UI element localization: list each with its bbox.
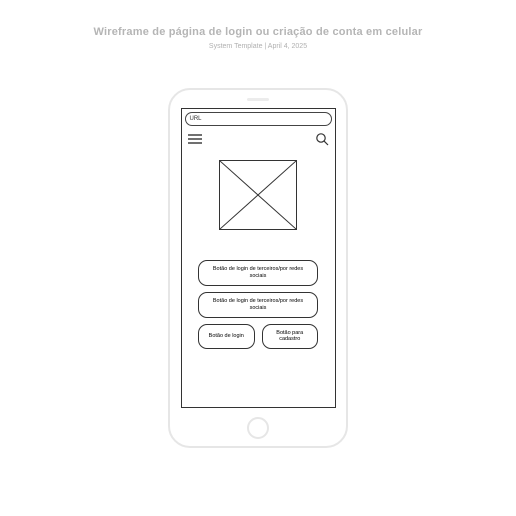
login-signup-row: Botão de login Botão para cadastro [198, 324, 318, 350]
image-placeholder [219, 160, 297, 230]
url-label: URL [190, 116, 202, 122]
page-meta: System Template | April 4, 2025 [209, 43, 307, 50]
url-bar[interactable]: URL [185, 112, 332, 126]
phone-speaker [247, 98, 269, 101]
signup-button[interactable]: Botão para cadastro [262, 324, 319, 350]
social-login-button-2[interactable]: Botão de login de terceiros/por redes so… [198, 292, 318, 318]
page-title: Wireframe de página de login ou criação … [94, 26, 423, 38]
search-icon[interactable] [315, 132, 329, 146]
login-button[interactable]: Botão de login [198, 324, 255, 350]
app-header [182, 126, 335, 146]
phone-screen: URL Botão [181, 108, 336, 408]
button-stack: Botão de login de terceiros/por redes so… [182, 260, 335, 349]
phone-frame: URL Botão [168, 88, 348, 448]
social-login-button-1[interactable]: Botão de login de terceiros/por redes so… [198, 260, 318, 286]
hamburger-icon[interactable] [188, 134, 202, 144]
phone-home-button[interactable] [247, 417, 269, 439]
